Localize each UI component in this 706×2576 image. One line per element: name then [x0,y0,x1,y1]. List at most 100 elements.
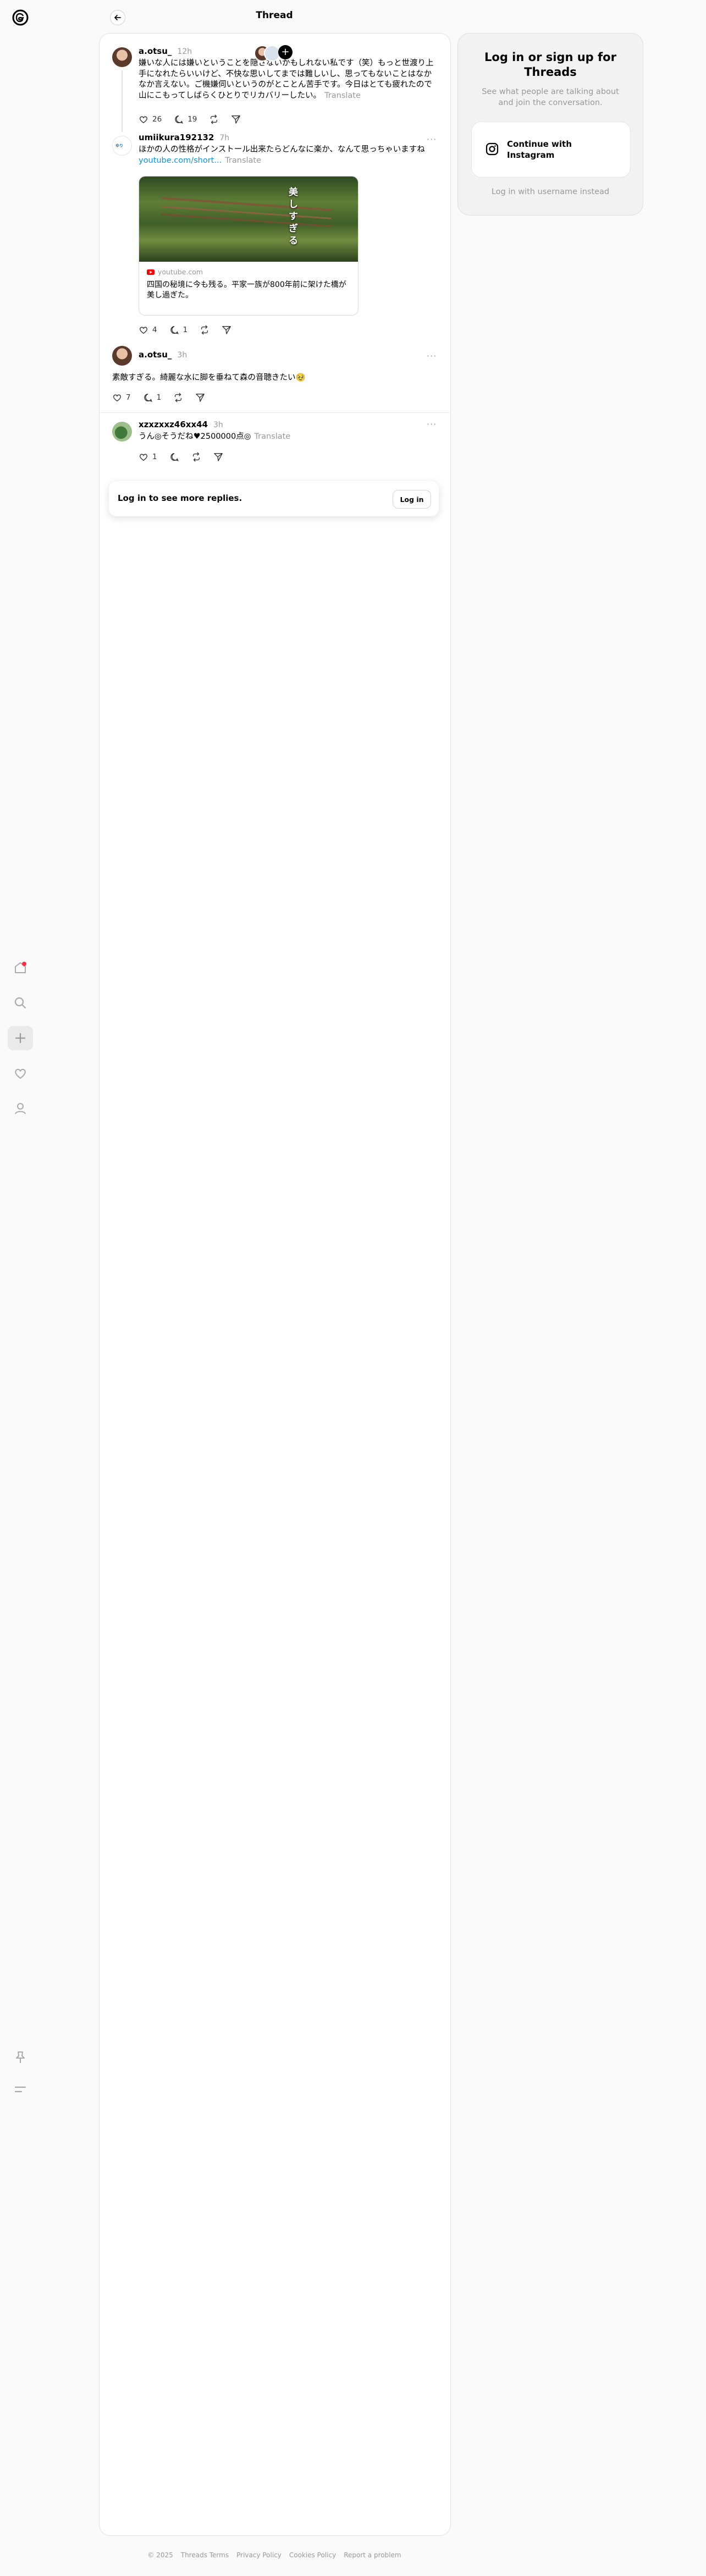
like-count: 1 [152,453,157,461]
post-text: ほかの人の性格がインストール出来たらどんなに楽か、なんて思っちゃいますね yout… [139,145,425,165]
youtube-icon [147,269,155,275]
translate-link[interactable]: Translate [324,91,361,100]
login-panel: Log in or sign up for Threads See what p… [457,33,643,216]
post-username[interactable]: a.otsu_ 3h [139,350,187,360]
like-button[interactable]: 26 [139,114,162,124]
thread-line [122,70,123,132]
repost-button[interactable] [209,114,219,124]
plus-icon[interactable]: + [278,45,293,59]
preview-thumbnail: 美しすぎる [139,176,358,262]
panel-subtitle: See what people are talking about and jo… [482,87,619,107]
share-icon [196,394,205,402]
like-count: 26 [152,115,162,124]
repost-button[interactable] [200,325,209,335]
repost-icon [211,114,218,124]
footer: © 2025 Threads Terms Privacy Policy Cook… [99,2551,450,2559]
preview-title: 四国の秘境に今も残る。平家一族が800年前に架けた橋が美し過ぎた。 [147,280,346,300]
footer-report-link[interactable]: Report a problem [344,2551,401,2559]
post-username[interactable]: umiikura192132 7h [139,133,229,142]
share-icon [222,326,231,334]
share-button[interactable] [231,114,241,124]
share-icon [213,453,223,461]
instagram-button-label: Continue with Instagram [507,139,572,160]
post-actions: 26 19 [139,112,253,126]
link-preview-card[interactable]: 美しすぎる youtube.com 四国の秘境に今も残る。平家一族が800年前に… [139,176,358,316]
post-time: 3h [213,421,223,429]
avatar[interactable] [112,47,132,67]
activity-heart-icon[interactable] [8,1061,33,1085]
reply-button[interactable]: 1 [143,393,162,402]
thread-card [99,33,451,2536]
share-button[interactable] [213,452,223,462]
repost-button[interactable] [191,452,201,462]
repost-icon [201,325,208,335]
reply-button[interactable]: 1 [169,325,188,335]
login-button[interactable]: Log in [393,490,431,509]
instagram-icon [486,142,499,156]
post-text: うん◎そうだね♥2500000点◎ Translate [139,432,291,441]
post-actions: 4 1 [139,323,244,337]
login-prompt-text: Log in to see more replies. [118,493,242,503]
post-time: 3h [177,351,187,360]
avatar[interactable]: ゆり [112,136,132,156]
pin-icon[interactable] [8,2045,33,2070]
footer-privacy-link[interactable]: Privacy Policy [236,2551,282,2559]
more-options-icon[interactable]: ··· [427,134,437,145]
reply-button[interactable] [169,452,179,462]
like-button[interactable]: 4 [139,325,157,335]
post-text: 素敵すぎる。綺麗な水に脚を垂ねて森の音聴きたい🥹 [112,373,306,382]
avatar[interactable] [112,422,132,442]
post-time: 7h [219,134,230,142]
share-button[interactable] [195,393,205,402]
footer-copyright: © 2025 [147,2551,173,2559]
comment-icon [144,394,152,402]
avatar[interactable] [112,346,132,366]
home-icon[interactable] [8,956,33,980]
page-title: Thread [256,10,293,21]
comment-icon [170,453,179,461]
reply-count: 19 [187,115,197,124]
more-options-icon[interactable]: ··· [427,419,437,429]
participants-stack: + [254,45,296,62]
post-text: 嫌いな人には嫌いということを隠さないかもしれない私です（笑）もっと世渡り上手にな… [139,59,434,100]
heart-icon [139,454,148,461]
panel-title: Log in or sign up for Threads [484,51,616,79]
continue-with-instagram-button[interactable]: Continue with Instagram [471,122,631,178]
heart-icon [139,116,148,124]
post-time: 12h [177,47,192,56]
preview-domain: youtube.com [147,268,203,276]
translate-link[interactable]: Translate [225,156,261,165]
more-options-icon[interactable]: ··· [427,351,437,361]
like-count: 7 [126,393,131,402]
like-button[interactable]: 1 [139,452,157,462]
repost-button[interactable] [173,393,183,402]
reply-button[interactable]: 19 [174,114,197,124]
translate-link[interactable]: Translate [254,432,290,441]
reply-count: 1 [183,326,188,334]
comment-icon [175,115,184,124]
post-username[interactable]: a.otsu_ 12h [139,46,192,56]
repost-icon [192,452,200,462]
like-button[interactable]: 7 [112,393,131,402]
threads-logo-icon[interactable] [8,5,33,30]
footer-terms-link[interactable]: Threads Terms [181,2551,229,2559]
username-login-link[interactable]: Log in with username instead [469,187,632,196]
search-icon[interactable] [8,991,33,1015]
post-actions: 7 1 [112,390,217,405]
post-link[interactable]: youtube.com/short... [139,156,222,165]
thumbnail-caption: 美しすぎる [289,187,298,246]
post-username[interactable]: xzxzxxz46xx44 3h [139,420,223,429]
reply-count: 1 [156,393,162,402]
comment-icon [170,326,179,334]
share-icon [231,115,241,124]
profile-icon[interactable] [8,1096,33,1121]
repost-icon [175,393,182,402]
footer-cookies-link[interactable]: Cookies Policy [289,2551,336,2559]
menu-icon[interactable] [8,2077,33,2101]
heart-icon [139,327,148,334]
like-count: 4 [152,326,157,334]
create-icon[interactable] [8,1026,33,1050]
share-button[interactable] [222,325,231,335]
post-divider [100,412,449,413]
heart-icon [113,394,122,402]
